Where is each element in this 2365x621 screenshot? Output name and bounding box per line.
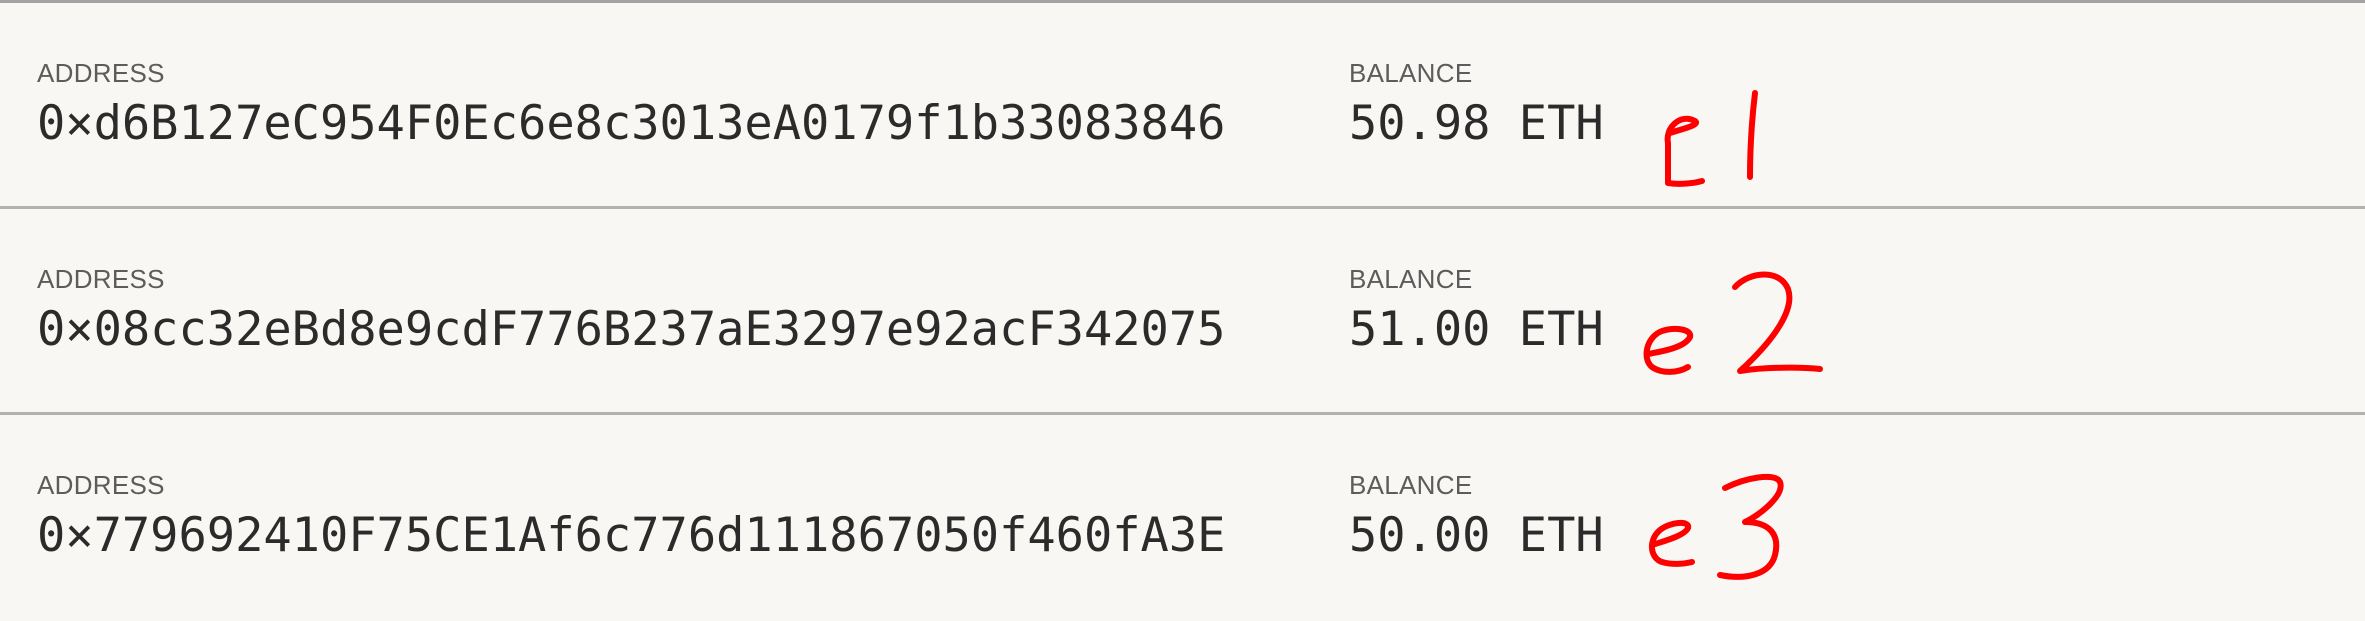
address-value: 0×d6B127eC954F0Ec6e8c3013eA0179f1b330838… (37, 96, 1226, 151)
handwritten-annotation-e2: e2 (1643, 271, 1823, 375)
address-label: ADDRESS (37, 470, 165, 500)
balance-label: BALANCE (1349, 470, 1473, 500)
balance-value: 51.00 ETH (1349, 302, 1604, 357)
account-row[interactable]: ADDRESS 0×d6B127eC954F0Ec6e8c3013eA0179f… (0, 3, 2365, 209)
account-row[interactable]: ADDRESS 0×779692410F75CE1Af6c776d1118670… (0, 415, 2365, 621)
balance-value: 50.98 ETH (1349, 96, 1604, 151)
address-label: ADDRESS (37, 264, 165, 294)
balance-label: BALANCE (1349, 58, 1473, 88)
address-value: 0×08cc32eBd8e9cdF776B237aE3297e92acF3420… (37, 302, 1226, 357)
account-row[interactable]: ADDRESS 0×08cc32eBd8e9cdF776B237aE3297e9… (0, 209, 2365, 415)
address-label: ADDRESS (37, 58, 165, 88)
address-value: 0×779692410F75CE1Af6c776d111867050f460fA… (37, 508, 1226, 563)
handwritten-annotation-e1: e1 (1664, 90, 1758, 187)
balance-label: BALANCE (1349, 264, 1473, 294)
handwritten-annotation-e3: e3 (1649, 473, 1784, 580)
account-list: ADDRESS 0×d6B127eC954F0Ec6e8c3013eA0179f… (0, 0, 2365, 621)
balance-value: 50.00 ETH (1349, 508, 1604, 563)
